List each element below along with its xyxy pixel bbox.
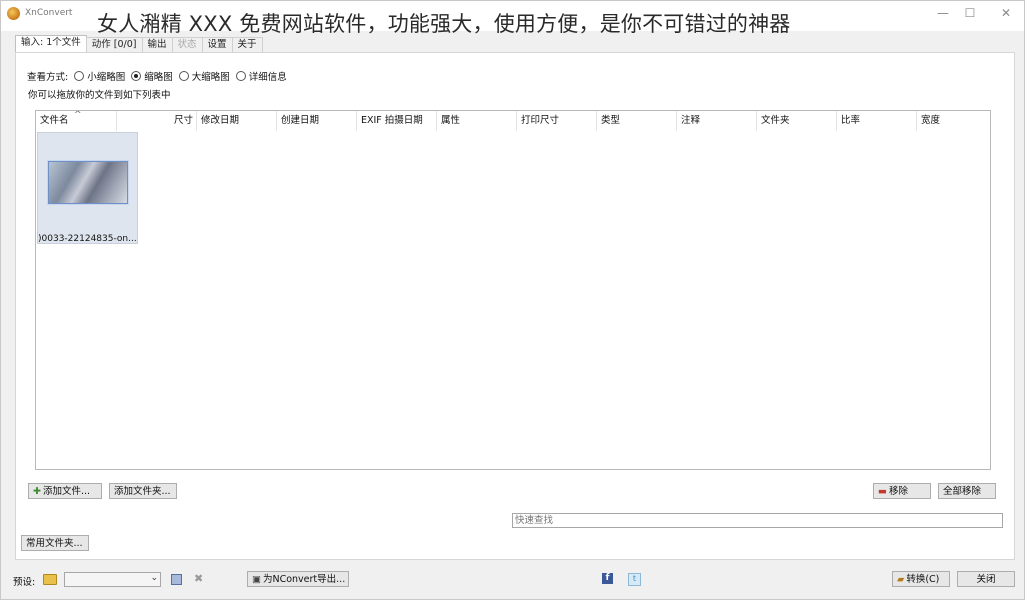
close-window-button[interactable]: ✕	[991, 4, 1021, 22]
thumbnail-image	[48, 161, 128, 204]
column-created-date[interactable]: 创建日期	[276, 111, 356, 131]
remove-icon: ▬	[878, 486, 887, 497]
column-size[interactable]: 尺寸	[116, 111, 196, 131]
delete-preset-icon[interactable]: ✖	[194, 572, 203, 585]
column-attributes[interactable]: 属性	[436, 111, 516, 131]
convert-button[interactable]: ▰ 转换(C)	[892, 571, 950, 587]
app-title: XnConvert	[25, 8, 73, 18]
column-ratio[interactable]: 比率	[836, 111, 916, 131]
app-window: XnConvert 女人潲精 XXX 免费网站软件，功能强大，使用方便，是你不可…	[0, 0, 1025, 600]
add-icon: ✚	[33, 486, 41, 497]
view-mode-label: 查看方式:	[27, 72, 69, 83]
radio-thumbnails[interactable]: 缩略图	[131, 69, 173, 83]
convert-icon: ▰	[897, 574, 905, 585]
main-tabs: 输入: 1个文件 动作 [0/0] 输出 状态 设置 关于	[15, 35, 263, 53]
column-type[interactable]: 类型	[596, 111, 676, 131]
export-nconvert-button[interactable]: ▣ 为NConvert导出...	[247, 571, 349, 587]
save-preset-icon[interactable]	[171, 574, 182, 585]
open-folder-icon[interactable]	[43, 574, 57, 585]
tab-input[interactable]: 输入: 1个文件	[15, 35, 87, 52]
radio-large-thumbnails[interactable]: 大缩略图	[178, 69, 230, 83]
facebook-icon[interactable]: f	[602, 573, 613, 584]
close-button[interactable]: 关闭	[957, 571, 1015, 587]
tab-actions[interactable]: 动作 [0/0]	[85, 37, 143, 52]
radio-small-thumbnails[interactable]: 小缩略图	[74, 69, 125, 83]
export-icon: ▣	[252, 574, 261, 585]
tab-about[interactable]: 关于	[231, 37, 263, 52]
title-bar: XnConvert 女人潲精 XXX 免费网站软件，功能强大，使用方便，是你不可…	[1, 1, 1024, 36]
drag-drop-hint: 你可以拖放你的文件到如下列表中	[28, 90, 171, 101]
thumbnail-caption: )0033-22124835-on...	[38, 234, 137, 244]
column-comment[interactable]: 注释	[676, 111, 756, 131]
remove-all-button[interactable]: 全部移除	[938, 483, 996, 499]
column-width[interactable]: 宽度	[916, 111, 990, 131]
app-logo-icon	[7, 7, 20, 20]
column-folder[interactable]: 文件夹	[756, 111, 836, 131]
column-modified-date[interactable]: 修改日期	[196, 111, 276, 131]
file-thumbnail-item[interactable]: )0033-22124835-on...	[37, 132, 138, 244]
preset-label: 预设:	[13, 577, 36, 588]
quick-search-input[interactable]	[512, 513, 1003, 528]
tab-settings[interactable]: 设置	[201, 37, 233, 52]
overlay-caption: 女人潲精 XXX 免费网站软件，功能强大，使用方便，是你不可错过的神器	[97, 12, 791, 36]
add-folder-button[interactable]: 添加文件夹...	[109, 483, 177, 499]
common-folders-button[interactable]: 常用文件夹...	[21, 535, 89, 551]
column-filename[interactable]: 文件名 ^	[36, 111, 116, 131]
twitter-icon[interactable]: t	[628, 573, 641, 586]
view-mode-row: 查看方式: 小缩略图 缩略图 大缩略图 详细信息	[27, 69, 287, 83]
chevron-down-icon: ⌄	[150, 573, 158, 583]
tab-status: 状态	[171, 37, 203, 52]
column-header-row: 文件名 ^ 尺寸 修改日期 创建日期 EXIF 拍摄日期 属性 打印尺寸 类型 注…	[36, 111, 990, 131]
tab-output[interactable]: 输出	[141, 37, 173, 52]
radio-details[interactable]: 详细信息	[235, 69, 287, 83]
column-exif-date[interactable]: EXIF 拍摄日期	[356, 111, 436, 131]
minimize-button[interactable]: —	[928, 4, 958, 22]
sort-up-icon: ^	[74, 110, 82, 120]
maximize-button[interactable]: ☐	[955, 4, 985, 22]
column-print-size[interactable]: 打印尺寸	[516, 111, 596, 131]
preset-select[interactable]: ⌄	[64, 572, 161, 587]
remove-button[interactable]: ▬ 移除	[873, 483, 931, 499]
add-files-button[interactable]: ✚ 添加文件...	[28, 483, 102, 499]
file-list[interactable]: 文件名 ^ 尺寸 修改日期 创建日期 EXIF 拍摄日期 属性 打印尺寸 类型 注…	[35, 110, 991, 470]
